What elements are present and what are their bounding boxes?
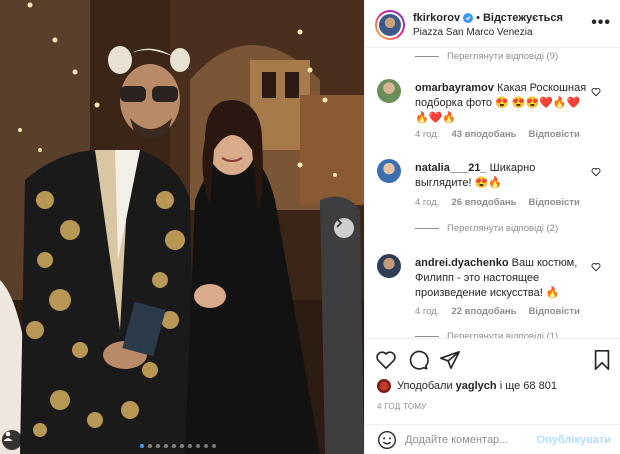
commenter-avatar[interactable]	[377, 79, 401, 103]
chevron-right-icon	[336, 218, 343, 228]
post-header: fkirkorov • Відстежується Piazza San Mar…	[365, 0, 620, 48]
carousel-dot	[140, 444, 144, 448]
publish-button[interactable]: Опублікувати	[537, 434, 611, 446]
separator: •	[476, 12, 480, 24]
post-photo[interactable]	[0, 0, 364, 454]
carousel-dot	[164, 444, 168, 448]
reply-button[interactable]: Відповісти	[528, 129, 579, 140]
commenter-avatar[interactable]	[377, 254, 401, 278]
carousel-dot	[156, 444, 160, 448]
commenter-avatar[interactable]	[377, 159, 401, 183]
liker-avatar[interactable]	[377, 379, 391, 393]
photo-illustration	[0, 0, 364, 454]
comment-time: 4 год.	[415, 306, 440, 317]
comment-time: 4 год.	[415, 197, 440, 208]
add-comment-bar: Опублікувати	[365, 424, 620, 454]
carousel-dot	[172, 444, 176, 448]
liked-by-prefix: Уподобали	[397, 380, 453, 392]
comment-body: natalia___21_ Шикарно выглядите! 😍🔥	[415, 161, 593, 191]
carousel-indicator	[140, 444, 216, 448]
save-bookmark-icon[interactable]	[591, 349, 613, 371]
view-replies-link[interactable]: Переглянути відповіді (9)	[415, 51, 558, 62]
carousel-dot	[180, 444, 184, 448]
comment-input[interactable]	[405, 429, 535, 451]
following-button[interactable]: Відстежується	[483, 12, 563, 24]
view-replies-link[interactable]: Переглянути відповіді (2)	[415, 223, 558, 234]
comment-likes[interactable]: 43 вподобань	[451, 129, 516, 140]
share-icon[interactable]	[439, 349, 461, 371]
like-comment-icon[interactable]	[591, 262, 601, 272]
post-actions: Уподобали yaglych і ще 68 801 4 ГОД ТОМУ	[365, 338, 620, 434]
comment-body: omarbayramov Какая Роскошная подборка фо…	[415, 81, 593, 126]
author-username[interactable]: fkirkorov	[413, 12, 460, 24]
carousel-dot	[204, 444, 208, 448]
tagged-users-button[interactable]	[2, 430, 22, 450]
carousel-dot	[212, 444, 216, 448]
comment-icon[interactable]	[407, 349, 429, 371]
liker-username[interactable]: yaglych	[456, 380, 497, 392]
carousel-dot	[196, 444, 200, 448]
comment-likes[interactable]: 26 вподобань	[451, 197, 516, 208]
more-options-icon[interactable]: •••	[591, 14, 611, 32]
carousel-dot	[188, 444, 192, 448]
commenter-username[interactable]: omarbayramov	[415, 82, 494, 94]
verified-badge-icon	[463, 13, 474, 23]
likes-count[interactable]: і ще 68 801	[500, 380, 557, 392]
like-comment-icon[interactable]	[591, 87, 601, 97]
comment-likes[interactable]: 22 вподобань	[451, 306, 516, 317]
user-icon	[3, 431, 13, 441]
comment-time: 4 год.	[415, 129, 440, 140]
comment-body: andrei.dyachenko Ваш костюм, Филипп - эт…	[415, 256, 593, 301]
comment-meta: 4 год. 43 вподобань Відповісти	[415, 129, 580, 140]
reply-button[interactable]: Відповісти	[528, 306, 579, 317]
like-icon[interactable]	[375, 349, 397, 371]
author-avatar[interactable]	[375, 10, 405, 40]
post-location[interactable]: Piazza San Marco Venezia	[413, 27, 533, 38]
emoji-icon[interactable]	[377, 430, 397, 450]
commenter-username[interactable]: natalia___21_	[415, 162, 487, 174]
commenter-username[interactable]: andrei.dyachenko	[415, 257, 509, 269]
post-side-panel: fkirkorov • Відстежується Piazza San Mar…	[364, 0, 620, 454]
carousel-dot	[148, 444, 152, 448]
comments-list[interactable]: Переглянути відповіді (9) omarbayramov К…	[365, 49, 620, 339]
comment-meta: 4 год. 26 вподобань Відповісти	[415, 197, 580, 208]
next-photo-button[interactable]	[334, 218, 354, 238]
reply-button[interactable]: Відповісти	[528, 197, 579, 208]
view-replies-label: Переглянути відповіді (9)	[447, 51, 559, 62]
view-replies-label: Переглянути відповіді (2)	[447, 223, 559, 234]
liked-by: Уподобали yaglych і ще 68 801	[377, 379, 557, 393]
comment-meta: 4 год. 22 вподобань Відповісти	[415, 306, 580, 317]
post-time[interactable]: 4 ГОД ТОМУ	[377, 402, 427, 411]
like-comment-icon[interactable]	[591, 167, 601, 177]
